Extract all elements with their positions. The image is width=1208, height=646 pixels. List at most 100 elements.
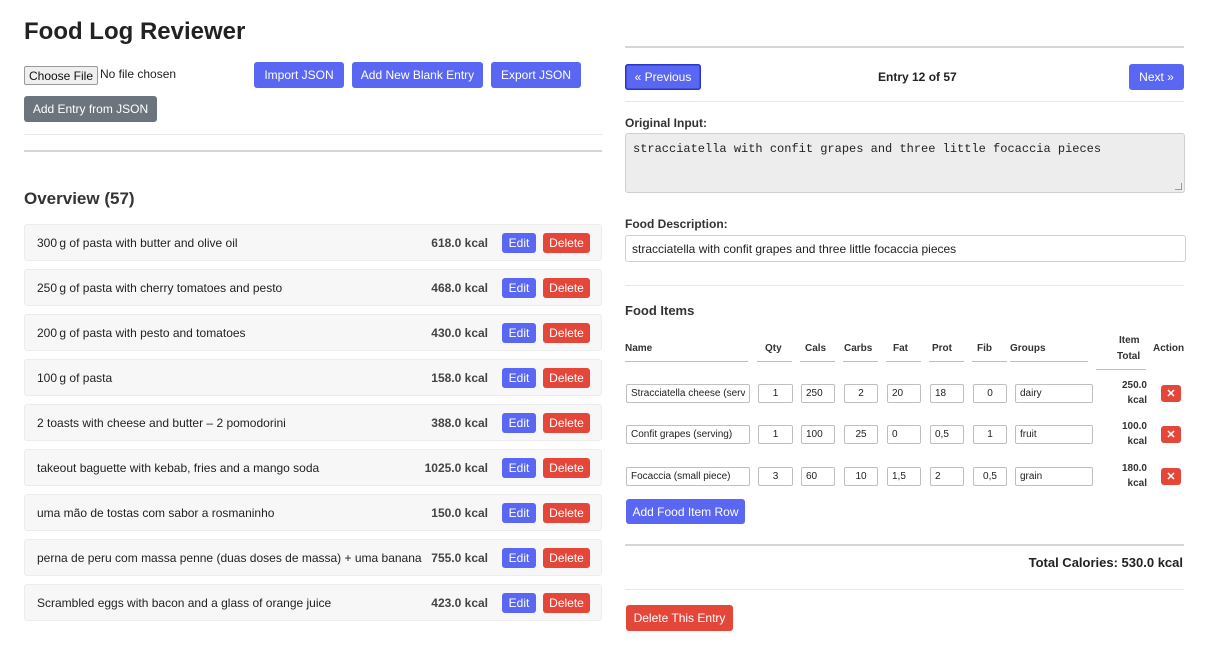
entry-description: takeout baguette with kebab, fries and a… [37, 461, 320, 475]
item-fat-input[interactable] [887, 467, 921, 486]
item-total: 100.0 [1121, 421, 1147, 432]
entry-kcal: 430.0 kcal [431, 326, 488, 340]
remove-item-button[interactable]: ✕ [1161, 426, 1181, 443]
entry-description: uma mão de tostas com sabor a rosmaninho [37, 506, 275, 520]
choose-file-button[interactable]: Choose File [24, 66, 98, 85]
add-food-item-row-button[interactable]: Add Food Item Row [626, 499, 745, 524]
previous-button[interactable]: « Previous [625, 64, 701, 90]
col-header-fib: Fib [977, 343, 992, 354]
list-item: 2 toasts with cheese and butter – 2 pomo… [24, 404, 602, 441]
item-prot-input[interactable] [930, 425, 964, 444]
entry-kcal: 755.0 kcal [431, 551, 488, 565]
col-header-qty: Qty [765, 343, 782, 354]
item-total: 250.0 [1121, 380, 1147, 391]
item-qty-input[interactable] [758, 425, 793, 444]
top-divider [625, 46, 1184, 48]
header-underline [800, 361, 835, 362]
entry-description: 2 toasts with cheese and butter – 2 pomo… [37, 416, 286, 430]
entry-description: 200 g of pasta with pesto and tomatoes [37, 326, 246, 340]
item-total-unit: kcal [1127, 395, 1147, 406]
toolbar-divider [24, 134, 602, 135]
edit-button[interactable]: Edit [502, 368, 536, 388]
item-groups-input[interactable] [1015, 467, 1093, 486]
nav-divider [625, 101, 1184, 102]
edit-button[interactable]: Edit [502, 278, 536, 298]
item-qty-input[interactable] [758, 467, 793, 486]
overview-list: 300 g of pasta with butter and olive oil… [24, 224, 602, 629]
edit-button[interactable]: Edit [502, 458, 536, 478]
entry-kcal: 468.0 kcal [431, 281, 488, 295]
page-title: Food Log Reviewer [24, 18, 246, 45]
overview-title: Overview (57) [24, 189, 135, 208]
total-divider [625, 589, 1184, 590]
col-header-total: Total [1117, 351, 1141, 362]
description-divider [625, 285, 1184, 286]
item-fat-input[interactable] [887, 425, 921, 444]
item-groups-input[interactable] [1015, 425, 1093, 444]
next-button[interactable]: Next » [1129, 64, 1184, 90]
delete-button[interactable]: Delete [543, 458, 590, 478]
original-input-textarea[interactable]: stracciatella with confit grapes and thr… [625, 133, 1185, 193]
remove-item-button[interactable]: ✕ [1161, 385, 1181, 402]
col-header-action: Action [1153, 343, 1185, 354]
entry-description: Scrambled eggs with bacon and a glass of… [37, 596, 332, 610]
item-cals-input[interactable] [801, 425, 835, 444]
edit-button[interactable]: Edit [502, 233, 536, 253]
delete-button[interactable]: Delete [543, 323, 590, 343]
list-item: 250 g of pasta with cherry tomatoes and … [24, 269, 602, 306]
item-qty-input[interactable] [758, 384, 793, 403]
add-entry-from-json-button[interactable]: Add Entry from JSON [24, 96, 157, 122]
file-status-text: No file chosen [100, 67, 177, 81]
resize-handle-icon[interactable] [1175, 183, 1182, 190]
item-total: 180.0 [1121, 463, 1147, 474]
item-groups-input[interactable] [1015, 384, 1093, 403]
col-header-cals: Cals [805, 343, 827, 354]
entry-kcal: 388.0 kcal [431, 416, 488, 430]
add-blank-entry-button[interactable]: Add New Blank Entry [352, 62, 483, 88]
item-fib-input[interactable] [973, 384, 1007, 403]
item-fib-input[interactable] [973, 467, 1007, 486]
delete-button[interactable]: Delete [543, 548, 590, 568]
edit-button[interactable]: Edit [502, 503, 536, 523]
edit-button[interactable]: Edit [502, 548, 536, 568]
import-json-button[interactable]: Import JSON [254, 62, 344, 88]
delete-button[interactable]: Delete [543, 413, 590, 433]
entry-kcal: 150.0 kcal [431, 506, 488, 520]
item-cals-input[interactable] [801, 467, 835, 486]
delete-button[interactable]: Delete [543, 503, 590, 523]
col-header-groups: Groups [1010, 343, 1046, 354]
item-carbs-input[interactable] [844, 467, 878, 486]
item-fat-input[interactable] [887, 384, 921, 403]
header-underline [929, 361, 964, 362]
header-underline [1096, 369, 1146, 370]
item-prot-input[interactable] [930, 467, 964, 486]
col-header-name: Name [625, 343, 653, 354]
header-underline [972, 361, 1007, 362]
entry-description: 250 g of pasta with cherry tomatoes and … [37, 281, 283, 295]
item-carbs-input[interactable] [844, 384, 878, 403]
edit-button[interactable]: Edit [502, 323, 536, 343]
delete-button[interactable]: Delete [543, 233, 590, 253]
item-carbs-input[interactable] [844, 425, 878, 444]
header-underline [886, 361, 921, 362]
edit-button[interactable]: Edit [502, 413, 536, 433]
item-name-input[interactable] [626, 425, 750, 444]
delete-button[interactable]: Delete [543, 593, 590, 613]
item-cals-input[interactable] [801, 384, 835, 403]
item-fib-input[interactable] [973, 425, 1007, 444]
export-json-button[interactable]: Export JSON [491, 62, 581, 88]
delete-button[interactable]: Delete [543, 368, 590, 388]
header-underline [843, 361, 878, 362]
list-item: 200 g of pasta with pesto and tomatoes 43… [24, 314, 602, 351]
list-item: perna de peru com massa penne (duas dose… [24, 539, 602, 576]
edit-button[interactable]: Edit [502, 593, 536, 613]
delete-entry-button[interactable]: Delete This Entry [626, 605, 733, 631]
entry-description: 100 g of pasta [37, 371, 113, 385]
remove-item-button[interactable]: ✕ [1161, 468, 1181, 485]
item-prot-input[interactable] [930, 384, 964, 403]
header-underline [625, 361, 748, 362]
food-description-input[interactable] [625, 235, 1186, 262]
item-name-input[interactable] [626, 467, 750, 486]
item-name-input[interactable] [626, 384, 750, 403]
delete-button[interactable]: Delete [543, 278, 590, 298]
